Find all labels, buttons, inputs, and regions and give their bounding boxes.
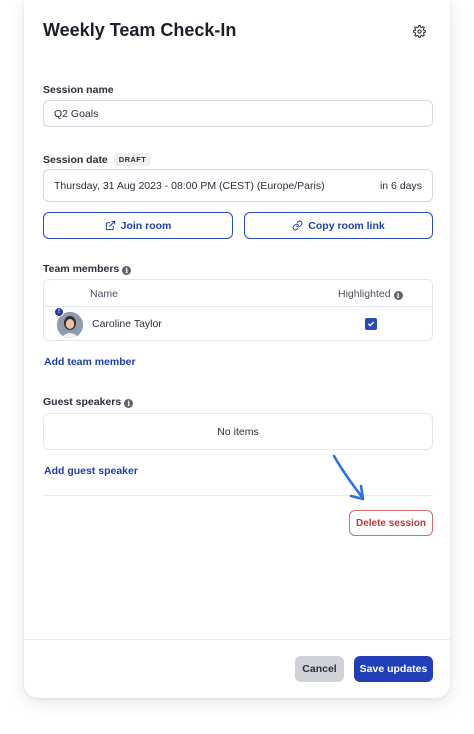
dialog-title: Weekly Team Check-In [43, 20, 237, 40]
member-alert-badge: ! [54, 307, 64, 317]
guest-speakers-label-text: Guest speakers [43, 396, 122, 408]
team-members-label-text: Team members [43, 263, 120, 275]
team-members-table: Name Highlighted i ! Caroline Taylor [43, 279, 433, 341]
session-dialog: Weekly Team Check-In Session name Q2 Goa… [24, 0, 450, 698]
empty-state-text: No items [217, 425, 259, 438]
info-icon[interactable]: i [122, 266, 132, 275]
copy-room-link-button[interactable]: Copy room link [244, 212, 433, 239]
add-guest-speaker-link[interactable]: Add guest speaker [44, 465, 138, 477]
copy-room-link-label: Copy room link [308, 219, 385, 232]
section-divider [43, 495, 433, 496]
guest-speakers-table: No items [43, 413, 433, 450]
session-date-relative: in 6 days [379, 179, 422, 192]
add-team-member-link[interactable]: Add team member [44, 356, 136, 368]
column-header-name: Name [90, 288, 119, 300]
info-icon[interactable]: i [124, 399, 134, 408]
gear-icon[interactable] [410, 22, 428, 40]
session-name-value: Q2 Goals [54, 107, 99, 120]
annotation-arrow-icon [332, 454, 365, 501]
table-divider [44, 306, 432, 307]
footer-divider [24, 639, 450, 640]
team-members-label: Team members i [43, 263, 132, 275]
checkmark-icon [368, 321, 374, 327]
session-date-field[interactable]: Thursday, 31 Aug 2023 - 08:00 PM (CEST) … [43, 169, 433, 202]
info-icon[interactable]: i [393, 291, 403, 300]
draft-badge: DRAFT [113, 153, 152, 166]
cancel-button[interactable]: Cancel [295, 656, 344, 682]
join-room-label: Join room [120, 219, 172, 232]
link-icon [292, 220, 303, 231]
delete-session-button[interactable]: Delete session [349, 510, 433, 536]
column-header-highlighted-text: Highlighted [338, 288, 391, 300]
save-updates-button[interactable]: Save updates [354, 656, 433, 682]
session-date-value: Thursday, 31 Aug 2023 - 08:00 PM (CEST) … [54, 179, 325, 192]
session-date-label-text: Session date [43, 154, 108, 166]
session-name-label: Session name [43, 84, 114, 96]
guest-speakers-label: Guest speakers i [43, 396, 134, 408]
session-name-input[interactable]: Q2 Goals [43, 100, 433, 127]
external-link-icon [105, 220, 115, 231]
column-header-highlighted: Highlighted i [338, 288, 403, 300]
highlighted-checkbox[interactable] [365, 318, 377, 330]
session-date-label: Session date DRAFT [43, 153, 152, 166]
member-name: Caroline Taylor [92, 318, 162, 330]
join-room-button[interactable]: Join room [43, 212, 233, 239]
